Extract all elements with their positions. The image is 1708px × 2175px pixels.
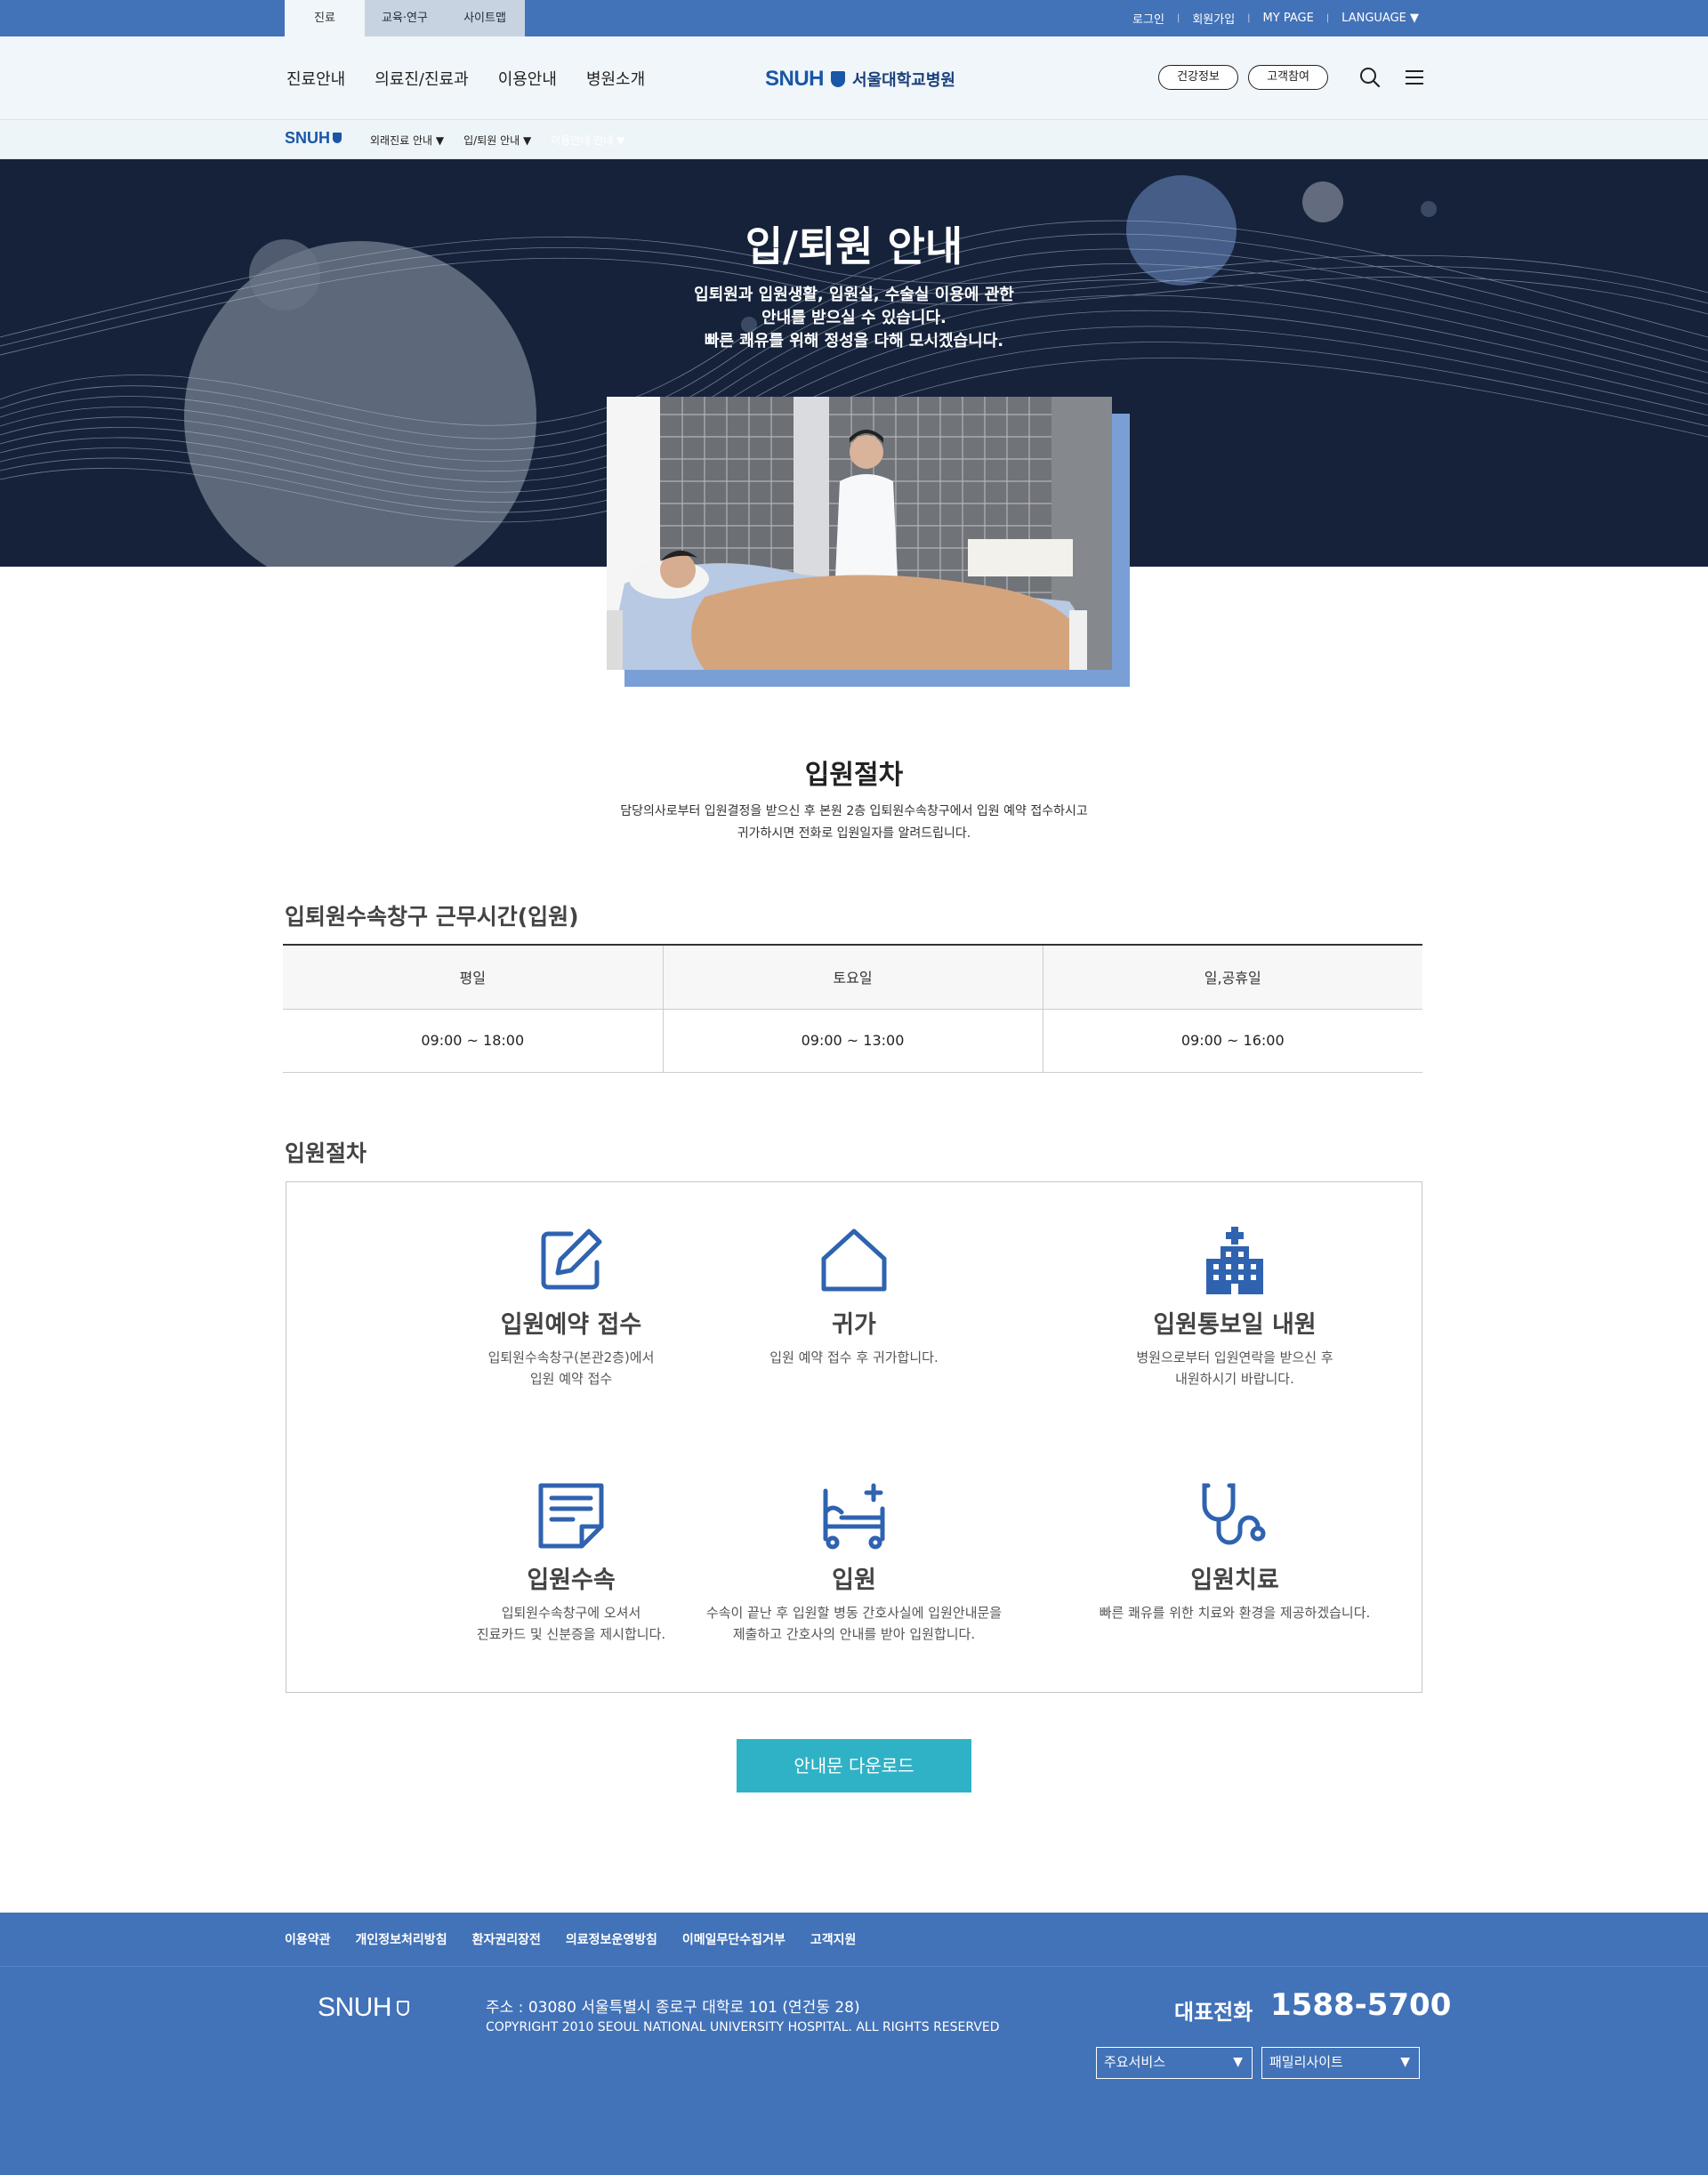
- nav-item-usage-guide[interactable]: 이용안내: [498, 67, 557, 90]
- hero-desc-line: 입퇴원과 입원생활, 입원실, 수술실 이용에 관한: [694, 286, 1014, 304]
- edit-icon: [537, 1227, 605, 1294]
- subnav-items: 외래진료 안내 ▼ 입/퇴원 안내 ▼ 이용안내 안내 ▼: [370, 133, 624, 148]
- footer-link-medical-info[interactable]: 의료정보운영방침: [566, 1930, 657, 1948]
- subnav-logo[interactable]: SNUH: [285, 129, 342, 148]
- mypage-link[interactable]: MY PAGE: [1263, 12, 1314, 25]
- logo-text-en: SNUH: [765, 67, 825, 91]
- chevron-down-icon: ▼: [1400, 2055, 1410, 2069]
- hospital-icon: [1201, 1227, 1269, 1294]
- intro-title: 입원절차: [804, 760, 904, 791]
- step-text: 빠른 쾌유를 위한 치료와 환경을 제공하겠습니다.: [1099, 1605, 1371, 1621]
- shield-icon: [333, 133, 342, 143]
- shield-icon: [831, 71, 846, 87]
- document-icon: [537, 1482, 605, 1550]
- footer-logo-text: SNUH: [318, 1993, 392, 2022]
- main-services-select[interactable]: 주요서비스 ▼: [1096, 2047, 1253, 2079]
- top-utility-bar: 진료 교육·연구 사이트맵 로그인 | 회원가입 | MY PAGE | LAN…: [0, 0, 1708, 36]
- footer-link-no-email[interactable]: 이메일무단수집거부: [682, 1930, 786, 1948]
- hero-desc-line: 빠른 쾌유를 위해 정성을 다해 모시겠습니다.: [704, 332, 1004, 350]
- select-value: 패밀리사이트: [1269, 2054, 1343, 2070]
- table-header-holiday: 일,공휴일: [1042, 944, 1422, 1010]
- footer-address: 주소 : 03080 서울특별시 종로구 대학로 101 (연건동 28): [486, 1999, 860, 2017]
- hero-desc-line: 안내를 받으실 수 있습니다.: [761, 309, 947, 327]
- table-row: 09:00 ~ 18:00 09:00 ~ 13:00 09:00 ~ 16:0…: [283, 1009, 1422, 1073]
- hero-photo-doctor-patient: [607, 397, 1112, 670]
- customer-participation-button[interactable]: 고객참여: [1248, 65, 1328, 90]
- separator: |: [1325, 13, 1330, 23]
- logo-text-ko: 서울대학교병원: [852, 71, 955, 90]
- step-text: 병원으로부터 입원연락을 받으신 후 내원하시기 바랍니다.: [1136, 1349, 1333, 1387]
- table-cell-holiday: 09:00 ~ 16:00: [1042, 1009, 1422, 1073]
- main-nav: 진료안내 의료진/진료과 이용안내 병원소개: [286, 67, 645, 90]
- nav-item-doctors[interactable]: 의료진/진료과: [375, 67, 468, 90]
- login-link[interactable]: 로그인: [1132, 10, 1164, 27]
- intro-desc-line: 귀가하시면 전화로 입원일자를 알려드립니다.: [737, 826, 971, 841]
- bed-icon: [820, 1482, 888, 1550]
- shield-icon: [397, 2000, 410, 2016]
- stethoscope-icon: [1201, 1482, 1269, 1550]
- table-cell-saturday: 09:00 ~ 13:00: [662, 1009, 1043, 1073]
- step-title: 입원치료: [1190, 1567, 1279, 1594]
- sub-nav: SNUH 외래진료 안내 ▼ 입/퇴원 안내 ▼ 이용안내 안내 ▼: [0, 120, 1708, 159]
- step-text: 입원 예약 접수 후 귀가합니다.: [769, 1349, 939, 1365]
- subnav-logo-text: SNUH: [285, 129, 331, 147]
- step-text: 수속이 끝난 후 입원할 병동 간호사실에 입원안내문을 제출하고 간호사의 안…: [705, 1605, 1003, 1642]
- step-title: 입원통보일 내원: [1153, 1311, 1317, 1339]
- subnav-item-outpatient[interactable]: 외래진료 안내 ▼: [370, 133, 444, 148]
- nav-item-about[interactable]: 병원소개: [586, 67, 645, 90]
- page-title: 입/퇴원 안내: [745, 222, 963, 270]
- subnav-item-usage[interactable]: 이용안내 안내 ▼: [551, 133, 624, 148]
- hours-table: 평일 토요일 일,공휴일 09:00 ~ 18:00 09:00 ~ 13:00…: [283, 944, 1422, 1073]
- tel-label: 대표전화: [1174, 2000, 1253, 2025]
- signup-link[interactable]: 회원가입: [1192, 10, 1235, 27]
- chevron-down-icon: ▼: [1233, 2055, 1243, 2069]
- main-header: 진료안내 의료진/진료과 이용안내 병원소개 SNUH 서울대학교병원 건강정보…: [0, 36, 1708, 120]
- subnav-item-admission[interactable]: 입/퇴원 안내 ▼: [463, 133, 531, 148]
- steps-heading: 입원절차: [285, 1140, 367, 1166]
- search-icon[interactable]: [1358, 66, 1382, 89]
- hero-description: 입퇴원과 입원생활, 입원실, 수술실 이용에 관한 안내를 받으실 수 있습니…: [0, 284, 1708, 353]
- intro-desc-line: 담당의사로부터 입원결정을 받으신 후 본원 2층 입퇴원수속창구에서 입원 예…: [620, 804, 1088, 818]
- separator: |: [1176, 13, 1180, 23]
- health-info-button[interactable]: 건강정보: [1158, 65, 1238, 90]
- tab-care[interactable]: 진료: [285, 0, 365, 36]
- tab-sitemap[interactable]: 사이트맵: [445, 0, 525, 36]
- home-icon: [820, 1227, 888, 1294]
- footer-link-terms[interactable]: 이용약관: [285, 1930, 331, 1948]
- table-cell-weekday: 09:00 ~ 18:00: [283, 1009, 663, 1073]
- step-return-home: 귀가 입원 예약 접수 후 귀가합니다.: [667, 1227, 1041, 1368]
- step-treatment: 입원치료 빠른 쾌유를 위한 치료와 환경을 제공하겠습니다.: [1048, 1482, 1422, 1623]
- table-header-weekday: 평일: [283, 944, 663, 1010]
- footer-link-privacy[interactable]: 개인정보처리방침: [356, 1930, 447, 1948]
- separator: |: [1247, 13, 1251, 23]
- family-sites-select[interactable]: 패밀리사이트 ▼: [1261, 2047, 1420, 2079]
- tel-number[interactable]: 1588-5700: [1270, 1987, 1451, 2023]
- footer-copyright: COPYRIGHT 2010 SEOUL NATIONAL UNIVERSITY…: [486, 2020, 1000, 2034]
- site-tabs: 진료 교육·연구 사이트맵: [285, 0, 525, 36]
- step-admission: 입원 수속이 끝난 후 입원할 병동 간호사실에 입원안내문을 제출하고 간호사…: [667, 1482, 1041, 1645]
- hours-heading: 입퇴원수속창구 근무시간(입원): [285, 904, 579, 930]
- footer-link-patient-rights[interactable]: 환자권리장전: [472, 1930, 541, 1948]
- footer: 이용약관 개인정보처리방침 환자권리장전 의료정보운영방침 이메일무단수집거부 …: [0, 1913, 1708, 2175]
- footer-logo: SNUH: [318, 1993, 410, 2023]
- menu-icon[interactable]: [1403, 66, 1426, 89]
- tab-education-research[interactable]: 교육·연구: [365, 0, 445, 36]
- table-header-row: 평일 토요일 일,공휴일: [283, 944, 1422, 1010]
- util-links: 로그인 | 회원가입 | MY PAGE | LANGUAGE ▼: [1132, 0, 1419, 36]
- footer-divider: [0, 1966, 1708, 1967]
- language-dropdown[interactable]: LANGUAGE ▼: [1341, 12, 1419, 25]
- step-title: 입원: [832, 1567, 876, 1594]
- intro-description: 담당의사로부터 입원결정을 받으신 후 본원 2층 입퇴원수속창구에서 입원 예…: [0, 801, 1708, 845]
- step-title: 귀가: [832, 1311, 876, 1339]
- download-guide-button[interactable]: 안내문 다운로드: [737, 1739, 971, 1792]
- nav-item-care-guide[interactable]: 진료안내: [286, 67, 345, 90]
- footer-links: 이용약관 개인정보처리방침 환자권리장전 의료정보운영방침 이메일무단수집거부 …: [285, 1913, 856, 1966]
- site-logo[interactable]: SNUH 서울대학교병원: [765, 67, 955, 92]
- footer-link-support[interactable]: 고객지원: [810, 1930, 857, 1948]
- table-header-saturday: 토요일: [662, 944, 1043, 1010]
- step-visit-on-notice: 입원통보일 내원 병원으로부터 입원연락을 받으신 후 내원하시기 바랍니다.: [1048, 1227, 1422, 1390]
- admission-steps-box: 입원예약 접수 입퇴원수속창구(본관2층)에서 입원 예약 접수 귀가 입원 예…: [286, 1181, 1422, 1693]
- select-value: 주요서비스: [1104, 2054, 1166, 2070]
